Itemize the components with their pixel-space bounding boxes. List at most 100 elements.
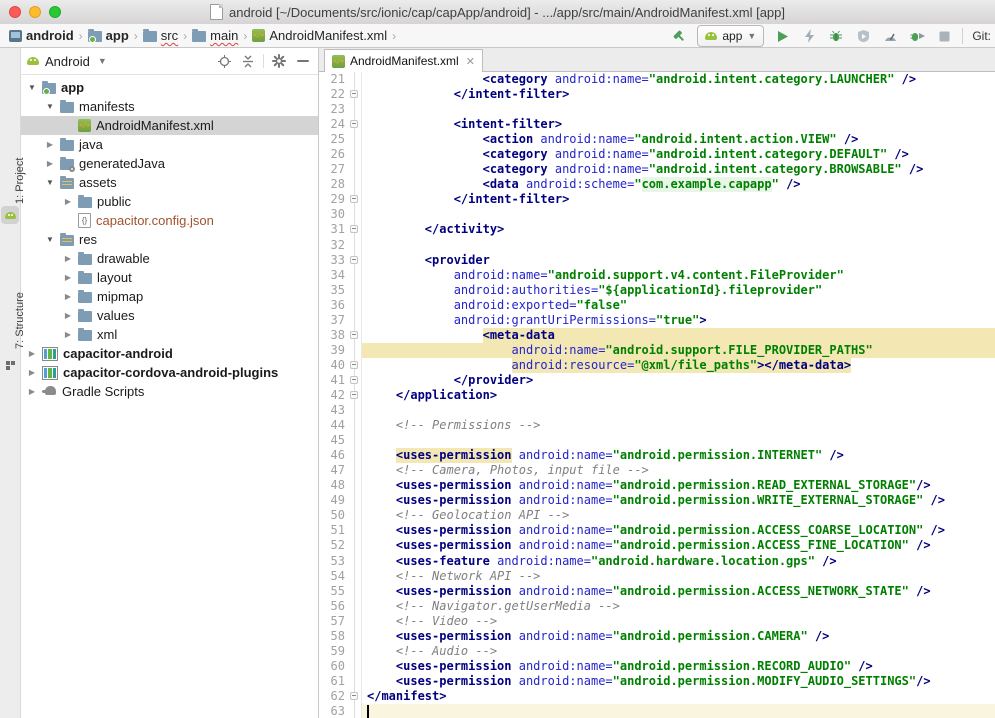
fold-gutter	[348, 448, 361, 463]
indent	[367, 177, 483, 192]
collapsed-arrow-icon[interactable]: ▶	[63, 311, 73, 320]
fold-marker-icon[interactable]	[350, 331, 358, 339]
close-tab-icon[interactable]: ✕	[466, 55, 475, 68]
code-token: <uses-feature	[396, 554, 490, 569]
collapsed-arrow-icon[interactable]: ▶	[63, 330, 73, 339]
collapsed-arrow-icon[interactable]: ▶	[45, 159, 55, 168]
run-icon[interactable]	[773, 27, 791, 45]
collapsed-arrow-icon[interactable]: ▶	[63, 273, 73, 282]
collapsed-arrow-icon[interactable]: ▶	[63, 254, 73, 263]
project-tree: ▼app▼manifestsAndroidManifest.xml▶java▶g…	[21, 75, 318, 718]
apply-changes-icon[interactable]	[800, 27, 818, 45]
tree-item-xml[interactable]: ▶xml	[21, 325, 318, 344]
line-number: 30	[319, 207, 348, 222]
tool-button-structure[interactable]: 7: Structure	[0, 253, 20, 349]
collapsed-arrow-icon[interactable]: ▶	[63, 197, 73, 206]
window-controls	[9, 6, 61, 18]
profiler-icon[interactable]	[881, 27, 899, 45]
project-view-selector[interactable]: Android	[45, 54, 90, 69]
breadcrumb-item-main[interactable]: main	[191, 28, 239, 43]
minimize-window-button[interactable]	[29, 6, 41, 18]
debug-icon[interactable]	[827, 27, 845, 45]
collapsed-arrow-icon[interactable]: ▶	[63, 292, 73, 301]
folder-icon	[143, 31, 157, 42]
fold-marker-icon[interactable]	[350, 391, 358, 399]
expanded-arrow-icon[interactable]: ▼	[45, 178, 55, 187]
collapsed-arrow-icon[interactable]: ▶	[27, 349, 37, 358]
code-token: />	[909, 538, 931, 553]
code-line-46: 46 <uses-permission android:name="androi…	[319, 448, 995, 463]
fold-marker-icon[interactable]	[350, 225, 358, 233]
fold-marker-icon[interactable]	[350, 195, 358, 203]
expanded-arrow-icon[interactable]: ▼	[45, 235, 55, 244]
fold-gutter	[348, 87, 361, 102]
breadcrumb-item-app[interactable]: app	[87, 28, 130, 43]
tree-item-layout[interactable]: ▶layout	[21, 268, 318, 287]
fold-gutter	[348, 584, 361, 599]
code-editor[interactable]: 21 <category android:name="android.inten…	[319, 72, 995, 718]
expanded-arrow-icon[interactable]: ▼	[27, 83, 37, 92]
tree-item-assets[interactable]: ▼ assets	[21, 173, 318, 192]
tree-item-generatedjava[interactable]: ▶generatedJava	[21, 154, 318, 173]
tree-item-values[interactable]: ▶values	[21, 306, 318, 325]
indent	[367, 674, 396, 689]
settings-gear-icon[interactable]	[270, 52, 288, 70]
run-config-selector[interactable]: app ▼	[697, 25, 764, 47]
tree-item-manifests[interactable]: ▼manifests	[21, 97, 318, 116]
tree-item-app[interactable]: ▼app	[21, 78, 318, 97]
tool-button-project[interactable]: 1: Project	[0, 116, 20, 204]
fold-marker-icon[interactable]	[350, 692, 358, 700]
tree-item-public[interactable]: ▶public	[21, 192, 318, 211]
fold-marker-icon[interactable]	[350, 120, 358, 128]
fold-marker-icon[interactable]	[350, 256, 358, 264]
tree-item-java[interactable]: ▶java	[21, 135, 318, 154]
close-window-button[interactable]	[9, 6, 21, 18]
project-icon	[9, 30, 22, 42]
fold-marker-icon[interactable]	[350, 90, 358, 98]
code-token: "android.intent.category.BROWSABLE"	[649, 162, 902, 177]
fold-gutter	[348, 132, 361, 147]
zoom-window-button[interactable]	[49, 6, 61, 18]
tree-item-drawable[interactable]: ▶drawable	[21, 249, 318, 268]
hide-panel-icon[interactable]	[294, 52, 312, 70]
code-token: com.example.capapp	[642, 177, 772, 192]
indent	[367, 554, 396, 569]
line-number: 34	[319, 268, 348, 283]
breadcrumb-item-android[interactable]: android	[8, 28, 75, 43]
build-hammer-icon[interactable]	[670, 27, 688, 45]
project-tool-icon[interactable]	[1, 206, 19, 224]
code-token: "android.permission.ACCESS_FINE_LOCATION…	[613, 538, 909, 553]
tree-item-gradle-scripts[interactable]: ▶Gradle Scripts	[21, 382, 318, 401]
fold-marker-icon[interactable]	[350, 361, 358, 369]
code-line-41: 41 </provider>	[319, 373, 995, 388]
locate-icon[interactable]	[215, 52, 233, 70]
collapsed-arrow-icon[interactable]: ▶	[45, 140, 55, 149]
expanded-arrow-icon[interactable]: ▼	[45, 102, 55, 111]
editor-tab-bar: AndroidManifest.xml ✕	[319, 48, 995, 72]
code-line-content: <uses-permission android:name="android.p…	[361, 629, 995, 644]
coverage-icon[interactable]	[854, 27, 872, 45]
attach-debugger-icon[interactable]	[908, 27, 926, 45]
tree-item-label: assets	[79, 175, 117, 190]
tree-item-capacitor-android[interactable]: ▶capacitor-android	[21, 344, 318, 363]
tree-item-capacitor-cordova-android-plugins[interactable]: ▶capacitor-cordova-android-plugins	[21, 363, 318, 382]
code-token: />	[916, 478, 930, 493]
tree-item-androidmanifest-xml[interactable]: AndroidManifest.xml	[21, 116, 318, 135]
stop-icon[interactable]	[935, 27, 953, 45]
code-token: android:exported=	[454, 298, 577, 313]
fold-marker-icon[interactable]	[350, 376, 358, 384]
collapse-all-icon[interactable]	[239, 52, 257, 70]
code-token: <uses-permission	[396, 674, 512, 689]
indent	[367, 192, 454, 207]
tree-item-mipmap[interactable]: ▶mipmap	[21, 287, 318, 306]
collapsed-arrow-icon[interactable]: ▶	[27, 368, 37, 377]
collapsed-arrow-icon[interactable]: ▶	[27, 387, 37, 396]
breadcrumb-item-src[interactable]: src	[142, 28, 179, 43]
tree-item-res[interactable]: ▼res	[21, 230, 318, 249]
vcs-widget[interactable]: Git:	[972, 29, 993, 43]
structure-tool-icon[interactable]	[1, 356, 19, 374]
code-token: <category	[483, 147, 548, 162]
tree-item-capacitor-config-json[interactable]: {}capacitor.config.json	[21, 211, 318, 230]
breadcrumb-item-androidmanifest-xml[interactable]: AndroidManifest.xml	[251, 28, 388, 43]
tab-androidmanifest[interactable]: AndroidManifest.xml ✕	[324, 49, 483, 72]
